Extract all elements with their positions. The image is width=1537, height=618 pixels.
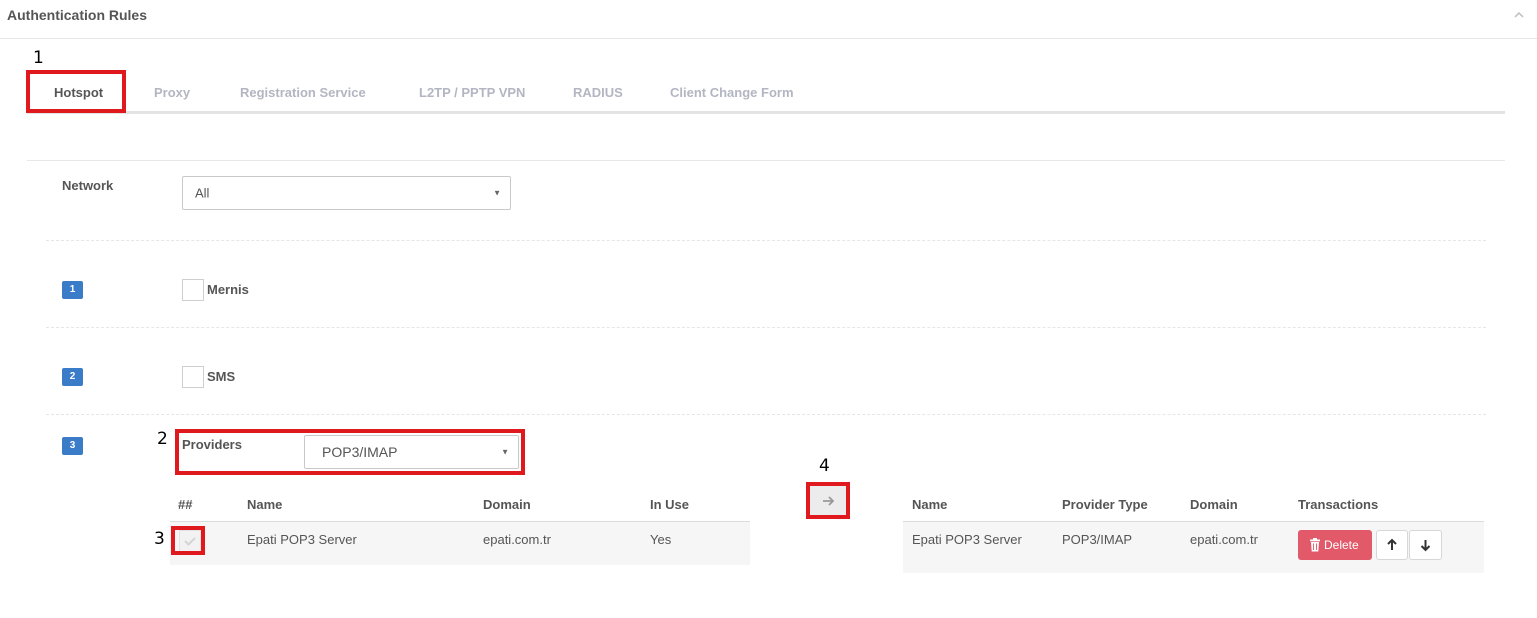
divider xyxy=(46,327,1486,328)
move-up-button[interactable] xyxy=(1376,530,1408,560)
arrow-down-icon xyxy=(1420,540,1431,552)
tabs-underline xyxy=(27,111,1505,114)
divider xyxy=(46,240,1486,241)
chevron-up-icon[interactable] xyxy=(1512,8,1526,22)
right-table-header-provider-type: Provider Type xyxy=(1062,497,1148,512)
left-table-header-in-use: In Use xyxy=(650,497,690,512)
caret-down-icon: ▼ xyxy=(493,188,501,198)
annotation-box-checkbox xyxy=(171,526,205,555)
tab-proxy[interactable]: Proxy xyxy=(154,85,190,100)
rule-order-badge: 2 xyxy=(62,368,83,386)
mernis-label: Mernis xyxy=(207,282,249,297)
divider xyxy=(46,414,1486,415)
divider xyxy=(27,160,1505,161)
tab-l2tp-pptp-vpn[interactable]: L2TP / PPTP VPN xyxy=(419,85,525,100)
panel-title: Authentication Rules xyxy=(7,7,148,23)
sms-checkbox[interactable] xyxy=(182,366,204,388)
tab-radius[interactable]: RADIUS xyxy=(573,85,623,100)
rule-order-badge: 1 xyxy=(62,281,83,299)
panel-header xyxy=(0,0,1537,39)
trash-icon xyxy=(1310,538,1320,552)
annotation-number-3: 3 xyxy=(154,529,165,549)
tab-client-change-form[interactable]: Client Change Form xyxy=(670,85,794,100)
tab-registration-service[interactable]: Registration Service xyxy=(240,85,366,100)
right-table-header-name: Name xyxy=(912,497,948,512)
right-table-header-domain: Domain xyxy=(1190,497,1238,512)
sms-label: SMS xyxy=(207,369,236,384)
annotation-number-1: 1 xyxy=(33,48,44,68)
mernis-checkbox[interactable] xyxy=(182,279,204,301)
arrow-up-icon xyxy=(1387,538,1397,550)
left-row-domain: epati.com.tr xyxy=(483,532,551,547)
annotation-box-add-button xyxy=(806,482,850,519)
delete-button-label: Delete xyxy=(1324,538,1359,552)
network-select-value: All xyxy=(195,185,210,201)
move-down-button[interactable] xyxy=(1409,530,1442,560)
network-label: Network xyxy=(62,178,114,193)
delete-button[interactable]: Delete xyxy=(1298,530,1372,560)
left-row-in-use: Yes xyxy=(650,532,672,547)
left-table-header-name: Name xyxy=(247,497,283,512)
left-table-header-index: ## xyxy=(178,497,193,512)
right-table-header-transactions: Transactions xyxy=(1298,497,1379,512)
annotation-number-4: 4 xyxy=(819,456,830,476)
left-row-name: Epati POP3 Server xyxy=(247,532,357,547)
annotation-box-providers xyxy=(175,429,525,475)
network-select[interactable]: All ▼ xyxy=(182,176,511,210)
right-row-domain: epati.com.tr xyxy=(1190,532,1258,547)
right-row-name: Epati POP3 Server xyxy=(912,532,1022,547)
left-table-header-domain: Domain xyxy=(483,497,531,512)
annotation-number-2: 2 xyxy=(157,429,168,449)
rule-order-badge: 3 xyxy=(62,437,83,455)
annotation-box-hotspot-tab xyxy=(26,70,126,113)
right-row-provider-type: POP3/IMAP xyxy=(1062,532,1133,547)
